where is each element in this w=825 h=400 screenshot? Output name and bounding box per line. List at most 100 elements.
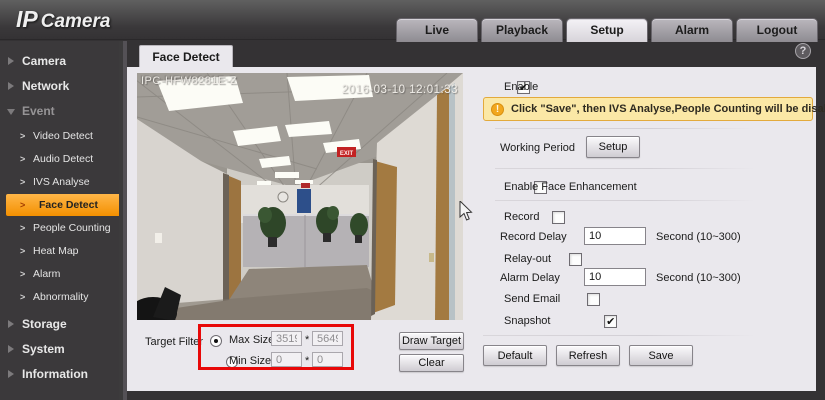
alarm-delay-input[interactable]	[584, 268, 646, 286]
draw-target-button[interactable]: Draw Target	[399, 332, 464, 350]
alarm-delay-unit: Second (10~300)	[656, 272, 741, 284]
chevron-right-icon: >	[20, 131, 26, 141]
chevron-right-icon: >	[20, 269, 26, 279]
warning-banner: ! Click "Save", then IVS Analyse,People …	[483, 97, 825, 121]
hallway-video-frame: EXIT	[137, 73, 463, 320]
sidebar-item-label: Information	[22, 367, 88, 381]
nav-tab-alarm[interactable]: Alarm	[651, 18, 733, 42]
send-email-label: Send Email	[504, 293, 561, 305]
sidebar-item-audio-detect[interactable]: > Audio Detect	[0, 148, 119, 170]
main-nav: Live Playback Setup Alarm Logout	[396, 18, 818, 42]
sidebar-item-label: IVS Analyse	[33, 176, 90, 188]
enable-label: Enable	[504, 81, 539, 93]
warning-text: Click "Save", then IVS Analyse,People Co…	[511, 103, 825, 115]
nav-tab-setup[interactable]: Setup	[566, 18, 648, 42]
sidebar-item-label: Storage	[22, 317, 67, 331]
expand-arrow-icon	[8, 320, 14, 328]
snapshot-checkbox[interactable]	[604, 315, 618, 329]
sidebar-item-label: System	[22, 342, 65, 356]
far-blue-panel	[297, 189, 311, 213]
left-door-frame	[223, 173, 229, 316]
sidebar-item-system[interactable]: System	[0, 337, 119, 362]
expand-arrow-icon	[8, 57, 14, 65]
chevron-right-icon: >	[20, 246, 26, 256]
record-delay-label: Record Delay	[500, 231, 567, 243]
sidebar-item-label: Camera	[22, 54, 67, 68]
divider	[483, 335, 755, 336]
app-logo-camera: Camera	[40, 11, 111, 32]
snapshot-label: Snapshot	[504, 315, 551, 327]
divider	[495, 168, 755, 169]
sidebar-item-information[interactable]: Information	[0, 362, 119, 387]
video-preview[interactable]: EXIT IPC-HFW8281E-Z 2016-03-10 12:01:33	[137, 73, 463, 320]
sidebar-item-heat-map[interactable]: > Heat Map	[0, 240, 119, 262]
expand-arrow-icon	[8, 370, 14, 378]
chevron-right-icon: >	[20, 154, 26, 164]
default-button[interactable]: Default	[483, 345, 547, 366]
nav-tab-playback[interactable]: Playback	[481, 18, 563, 42]
sidebar-item-alarm[interactable]: > Alarm	[0, 263, 119, 285]
wall-outlet	[155, 233, 162, 243]
wall-clock	[277, 191, 289, 203]
sidebar-item-label: Network	[22, 79, 70, 93]
relay-out-label: Relay-out	[504, 253, 552, 265]
door-poster	[429, 253, 434, 262]
record-label: Record	[504, 211, 540, 223]
app-header: IP Camera Live Playback Setup Alarm Logou…	[0, 0, 825, 42]
sidebar: Camera Network Event > Video Detect > Au…	[0, 41, 123, 400]
sidebar-item-face-detect[interactable]: > Face Detect	[6, 194, 119, 216]
working-period-label: Working Period	[500, 142, 575, 154]
record-delay-input[interactable]	[584, 227, 646, 245]
sidebar-item-label: Event	[22, 104, 55, 118]
expand-arrow-icon	[8, 345, 14, 353]
warning-icon: !	[491, 102, 504, 116]
sidebar-item-label: Video Detect	[33, 130, 93, 142]
right-door-2	[435, 87, 449, 320]
chevron-right-icon: >	[20, 292, 26, 302]
app-logo-ip: IP	[16, 6, 38, 32]
collapse-arrow-icon	[7, 109, 15, 115]
mouse-cursor	[459, 201, 473, 221]
sidebar-item-video-detect[interactable]: > Video Detect	[0, 125, 119, 147]
sidebar-item-abnormality[interactable]: > Abnormality	[0, 286, 119, 308]
sidebar-item-label: Face Detect	[39, 199, 98, 211]
record-delay-unit: Second (10~300)	[656, 231, 741, 243]
send-email-checkbox[interactable]	[586, 293, 600, 307]
app-logo: IP Camera	[16, 6, 110, 33]
clear-button[interactable]: Clear	[399, 354, 464, 372]
alarm-delay-label: Alarm Delay	[500, 272, 560, 284]
sidebar-item-event[interactable]: Event	[0, 99, 119, 124]
highlight-rectangle	[198, 324, 354, 370]
divider	[495, 128, 755, 129]
sidebar-item-network[interactable]: Network	[0, 74, 119, 99]
relay-out-checkbox[interactable]	[569, 253, 583, 267]
sidebar-item-label: Audio Detect	[33, 153, 94, 165]
chevron-right-icon: >	[20, 200, 26, 210]
timestamp-overlay: 2016-03-10 12:01:33	[341, 84, 458, 96]
chevron-right-icon: >	[20, 223, 26, 233]
sidebar-item-label: Alarm	[33, 268, 61, 280]
nav-tab-live[interactable]: Live	[396, 18, 478, 42]
expand-arrow-icon	[8, 82, 14, 90]
face-enhancement-label: Enable Face Enhancement	[504, 181, 637, 193]
divider	[495, 200, 755, 201]
sidebar-item-ivs-analyse[interactable]: > IVS Analyse	[0, 171, 119, 193]
sidebar-item-label: Heat Map	[33, 245, 79, 257]
page-tab-face-detect[interactable]: Face Detect	[139, 45, 233, 68]
sidebar-item-camera[interactable]: Camera	[0, 49, 119, 74]
save-button[interactable]: Save	[629, 345, 693, 366]
target-filter-label: Target Filter	[145, 336, 204, 348]
sidebar-item-people-counting[interactable]: > People Counting	[0, 217, 119, 239]
camera-name-overlay: IPC-HFW8281E-Z	[141, 75, 238, 87]
working-period-setup-button[interactable]: Setup	[586, 136, 640, 158]
nav-tab-logout[interactable]: Logout	[736, 18, 818, 42]
refresh-button[interactable]: Refresh	[556, 345, 620, 366]
sidebar-item-storage[interactable]: Storage	[0, 312, 119, 337]
chevron-right-icon: >	[20, 177, 26, 187]
door-sidelight	[449, 83, 455, 320]
sidebar-item-label: Abnormality	[33, 291, 89, 303]
sidebar-item-label: People Counting	[33, 222, 111, 234]
svg-text:EXIT: EXIT	[340, 151, 354, 157]
record-checkbox[interactable]	[551, 211, 565, 225]
help-icon[interactable]: ?	[795, 43, 811, 59]
